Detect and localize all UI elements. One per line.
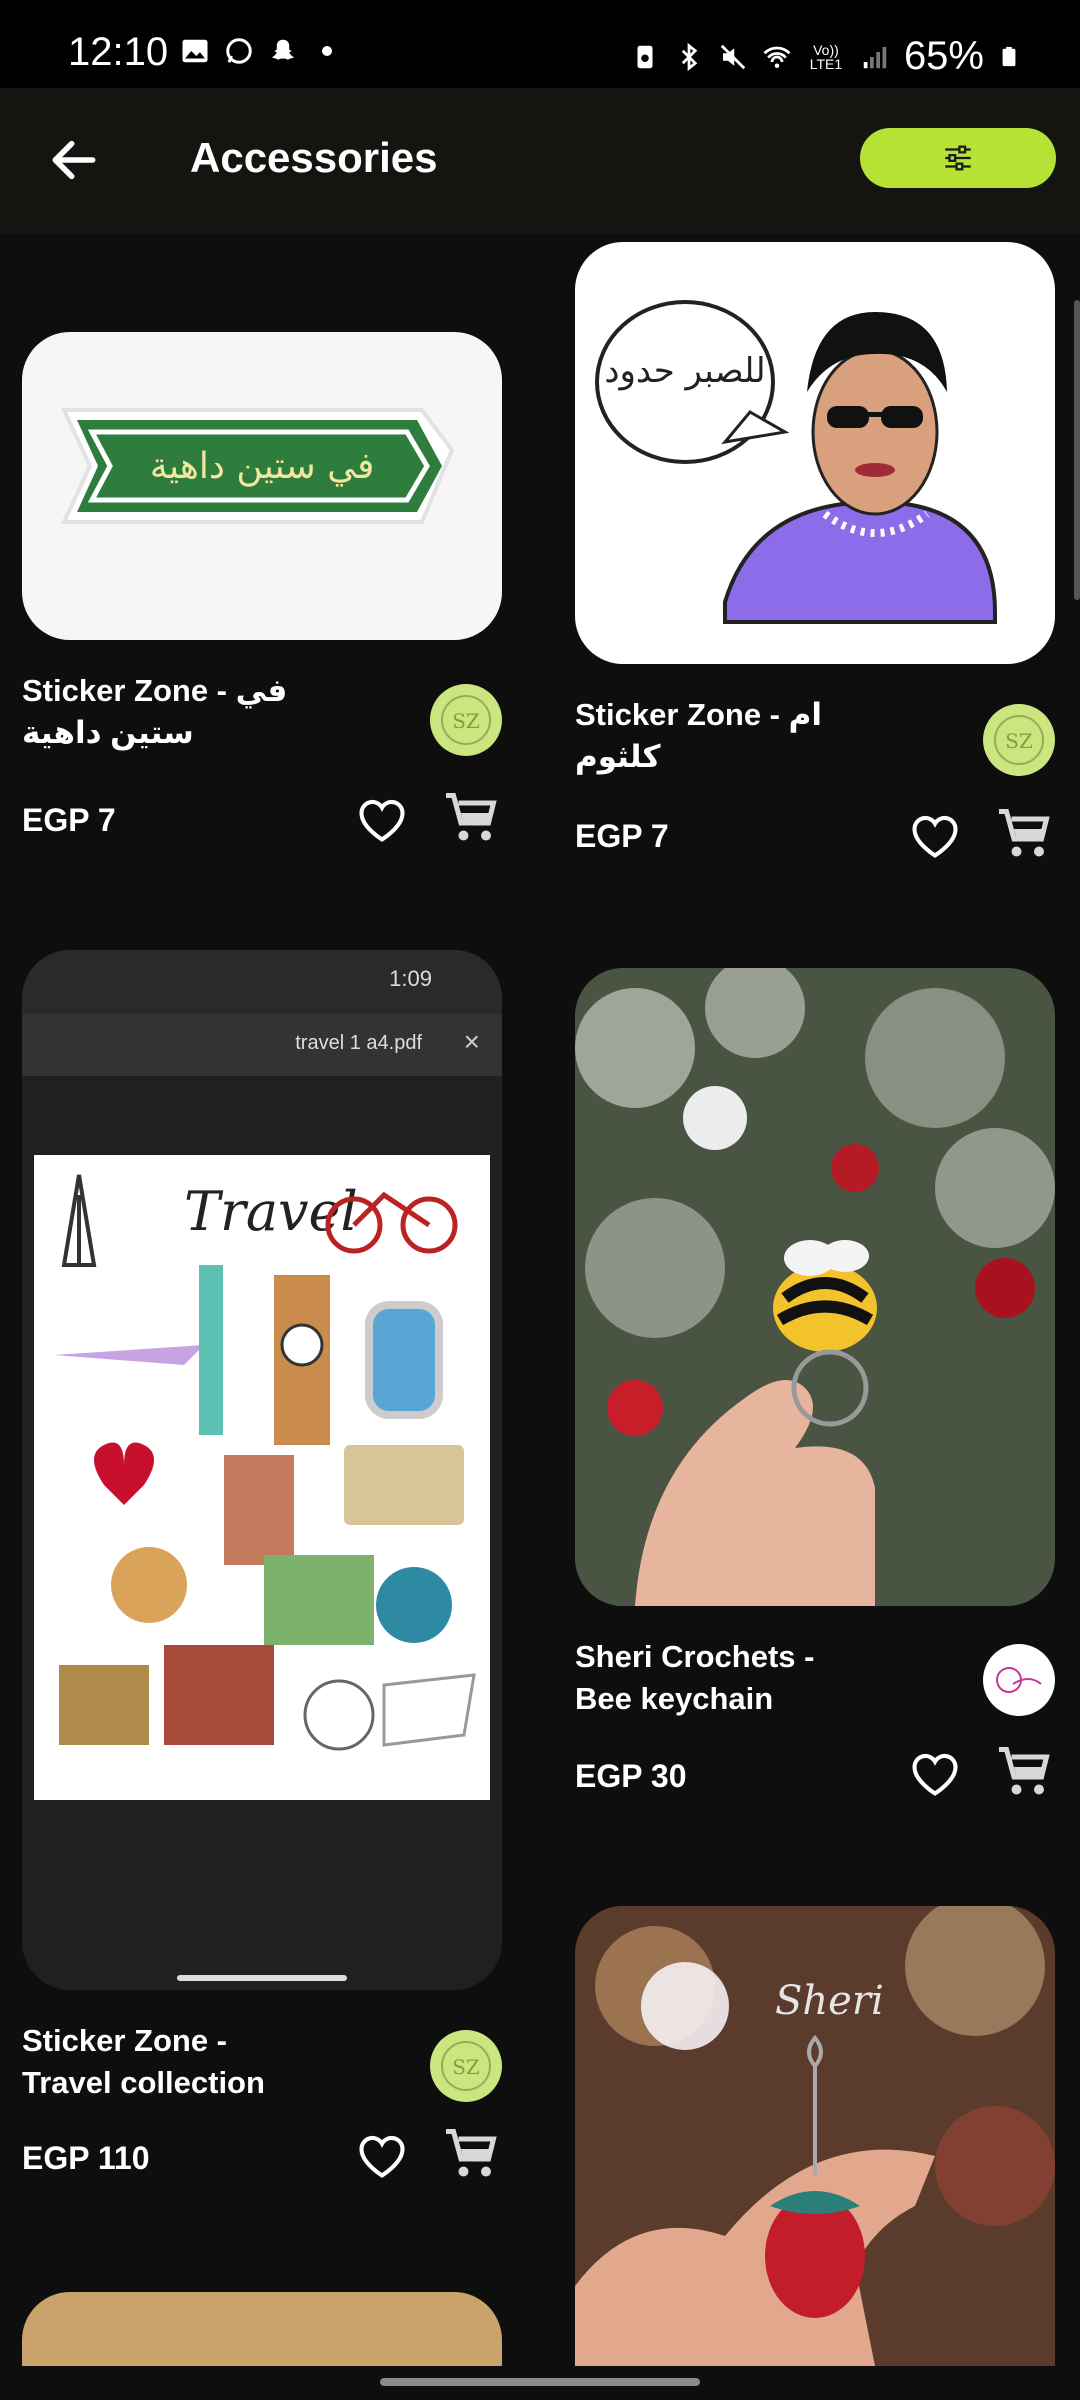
battery-percent: 65%	[903, 34, 984, 78]
product-image[interactable]: Sheri	[575, 1906, 1055, 2366]
product-image[interactable]	[575, 968, 1055, 1606]
notification-icons	[180, 36, 342, 66]
mute-icon	[720, 44, 746, 69]
product-name: Sticker Zone - ام كلثوم	[575, 697, 822, 774]
product-price: EGP 7	[22, 802, 116, 838]
product-card[interactable]	[22, 2292, 502, 2366]
back-arrow-icon[interactable]	[46, 132, 102, 188]
dot-icon	[322, 46, 332, 56]
cart-icon[interactable]	[440, 788, 502, 848]
seller-avatar[interactable]: SZ	[983, 704, 1055, 776]
product-card[interactable]: Sheri Crochets - Bee keychain EGP 30	[575, 968, 1055, 1838]
cart-icon[interactable]	[993, 804, 1055, 864]
battery-saver-icon	[637, 45, 653, 68]
cart-icon[interactable]	[440, 2124, 502, 2184]
scrollbar[interactable]	[1074, 300, 1080, 600]
cart-icon[interactable]	[993, 1742, 1055, 1802]
sticker-zone-logo-icon: SZ	[994, 715, 1044, 765]
bee-keychain-photo	[575, 968, 1055, 1606]
bluetooth-icon	[681, 42, 698, 71]
watermark-text: Sheri	[775, 1978, 884, 2024]
seller-avatar[interactable]: SZ	[430, 684, 502, 756]
whatsapp-icon	[226, 38, 252, 64]
pdf-toolbar: travel 1 a4.pdf ×	[22, 1014, 502, 1076]
pdf-filename: travel 1 a4.pdf	[295, 1032, 422, 1054]
svg-text:SZ: SZ	[452, 709, 480, 733]
product-image[interactable]: في ستين داهية	[22, 332, 502, 640]
seller-avatar[interactable]	[983, 1644, 1055, 1716]
umm-kulthum-sticker-image: للصبر حدود	[595, 300, 997, 624]
travel-stickers-image: Travel	[54, 1174, 476, 1751]
home-indicator	[177, 1975, 347, 1981]
gallery-icon	[182, 39, 208, 63]
product-price: EGP 7	[575, 818, 669, 854]
product-price: EGP 30	[575, 1758, 687, 1794]
product-card[interactable]: للصبر حدود Sticker Zone - ام كلثوم SZ EG…	[575, 242, 1055, 882]
product-image[interactable]	[22, 2292, 502, 2366]
product-card[interactable]: Sheri	[575, 1906, 1055, 2366]
system-icons: Vo)) LTE1 65%	[630, 34, 1020, 79]
strawberry-keychain-photo: Sheri	[575, 1906, 1055, 2366]
sticker-sheet: Travel	[34, 1155, 490, 1800]
seller-avatar[interactable]: SZ	[430, 2030, 502, 2102]
pdf-preview-time: 1:09	[389, 966, 432, 991]
product-image[interactable]: 1:09 travel 1 a4.pdf × Travel	[22, 950, 502, 1990]
speech-bubble-text: للصبر حدود	[604, 351, 765, 391]
product-name: Sticker Zone - في ستين داهية	[22, 673, 288, 750]
sticker-zone-logo-icon: SZ	[441, 695, 491, 745]
heart-icon[interactable]	[354, 2130, 410, 2180]
gesture-bar[interactable]	[380, 2378, 700, 2386]
status-bar: 12:10 Vo)) LTE1 65%	[0, 0, 1080, 88]
heart-icon[interactable]	[354, 794, 410, 844]
sticker-text: في ستين داهية	[150, 446, 375, 487]
heart-icon[interactable]	[907, 1748, 963, 1798]
heart-icon[interactable]	[907, 810, 963, 860]
svg-text:SZ: SZ	[452, 2055, 480, 2079]
product-name: Sheri Crochets - Bee keychain	[575, 1639, 815, 1716]
product-card[interactable]: 1:09 travel 1 a4.pdf × Travel Sticker Zo…	[22, 950, 502, 2190]
product-name: Sticker Zone - Travel collection	[22, 2023, 265, 2100]
svg-text:SZ: SZ	[1005, 729, 1033, 753]
sticker-zone-logo-icon: SZ	[441, 2041, 491, 2091]
sheri-crochets-logo-icon	[996, 1667, 1042, 1693]
battery-icon	[1002, 46, 1016, 66]
road-sign-sticker-image: في ستين داهية	[60, 408, 455, 524]
pdf-status-bar: 1:09	[22, 950, 502, 1014]
product-card[interactable]: في ستين داهية Sticker Zone - في ستين داه…	[22, 332, 502, 852]
wifi-icon	[763, 46, 791, 68]
app-header: Accessories	[0, 88, 1080, 234]
product-image[interactable]: للصبر حدود	[575, 242, 1055, 664]
product-price: EGP 110	[22, 2140, 150, 2176]
sliders-icon	[945, 145, 971, 171]
clock: 12:10	[68, 30, 169, 74]
close-icon: ×	[463, 1026, 480, 1057]
snapchat-icon	[271, 39, 295, 60]
signal-icon	[863, 46, 887, 68]
filter-button[interactable]	[860, 128, 1056, 188]
network-label: Vo)) LTE1	[809, 41, 843, 72]
page-title: Accessories	[190, 134, 438, 181]
